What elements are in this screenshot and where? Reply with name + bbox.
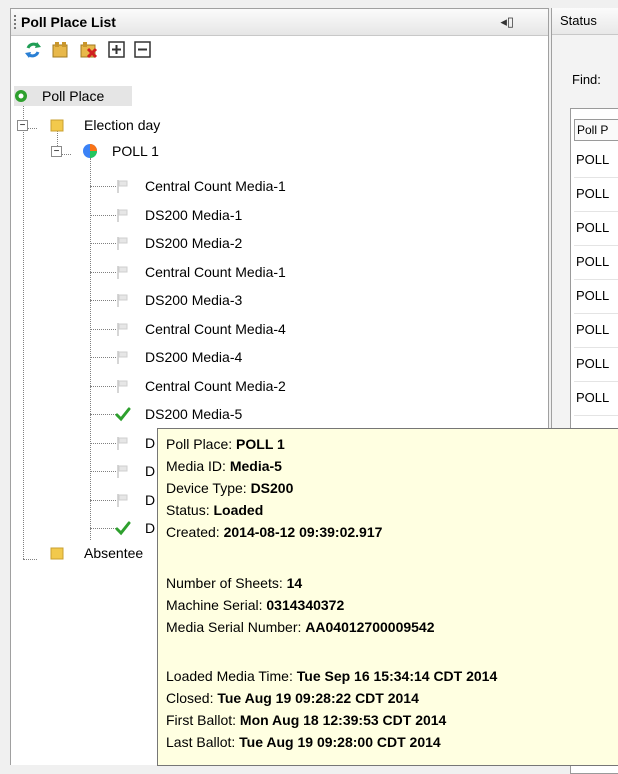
tooltip-created: Created: 2014-08-12 09:39:02.917 — [166, 524, 383, 540]
media-tooltip: Poll Place: POLL 1 Media ID: Media-5 Dev… — [157, 428, 618, 766]
panel-header: Poll Place List ◂▯ — [11, 9, 548, 36]
table-row[interactable]: POLL — [574, 381, 618, 416]
tree-media-label: DS200 Media-2 — [145, 235, 243, 251]
tree-media-label: DS200 Media-4 — [145, 349, 243, 365]
tooltip-poll-place: Poll Place: POLL 1 — [166, 436, 285, 452]
tree-media-label: D — [145, 492, 156, 508]
election-day-toggle[interactable]: − — [17, 120, 28, 131]
flag-icon — [117, 465, 128, 478]
tab-status[interactable]: Status — [552, 8, 618, 35]
panel-title: Poll Place List — [21, 14, 116, 30]
flag-icon — [117, 437, 128, 450]
check-icon — [115, 521, 131, 536]
table-row[interactable]: POLL — [574, 279, 618, 314]
tree-media-label: Central Count Media-2 — [145, 378, 286, 394]
table-row[interactable]: POLL — [574, 347, 618, 382]
toolbar — [11, 36, 548, 66]
tree-root-poll-place[interactable]: Poll Place — [14, 86, 132, 106]
tooltip-closed: Closed: Tue Aug 19 09:28:22 CDT 2014 — [166, 690, 419, 706]
poll-place-root-icon — [15, 90, 27, 102]
flag-icon — [117, 494, 128, 507]
collapse-all-icon[interactable] — [133, 40, 153, 60]
tooltip-device-type: Device Type: DS200 — [166, 480, 294, 496]
flag-icon — [117, 323, 128, 336]
tree-root-label: Poll Place — [42, 88, 105, 104]
table-row[interactable]: POLL — [574, 177, 618, 212]
flag-icon — [117, 294, 128, 307]
table-row[interactable]: POLL — [574, 211, 618, 246]
tree-media-label: Central Count Media-1 — [145, 264, 286, 280]
tooltip-first-ballot: First Ballot: Mon Aug 18 12:39:53 CDT 20… — [166, 712, 447, 728]
flag-icon — [117, 266, 128, 279]
tree-media-label: Central Count Media-1 — [145, 178, 286, 194]
tooltip-media-serial: Media Serial Number: AA04012700009542 — [166, 619, 435, 635]
tooltip-loaded-time: Loaded Media Time: Tue Sep 16 15:34:14 C… — [166, 668, 498, 684]
table-row[interactable]: POLL — [574, 245, 618, 280]
flag-icon — [117, 180, 128, 193]
folder-icon — [50, 119, 64, 132]
tree-media-label: D — [145, 520, 156, 536]
find-label: Find: — [572, 72, 601, 87]
flag-icon — [117, 380, 128, 393]
refresh-icon[interactable] — [23, 40, 43, 60]
tree-media-label: D — [145, 463, 156, 479]
poll-toggle[interactable]: − — [51, 146, 62, 157]
column-header-poll-place[interactable]: Poll P — [574, 119, 618, 141]
tooltip-status: Status: Loaded — [166, 502, 264, 518]
folder-icon — [50, 547, 64, 560]
poll-globe-icon — [83, 144, 97, 158]
flag-icon — [117, 351, 128, 364]
load-media-icon[interactable] — [51, 40, 71, 60]
tree-media-label: DS200 Media-3 — [145, 292, 243, 308]
unload-media-icon[interactable] — [79, 40, 99, 60]
tree-media-label: D — [145, 435, 156, 451]
table-row[interactable]: POLL — [574, 143, 618, 178]
check-icon — [115, 407, 131, 422]
flag-icon — [117, 237, 128, 250]
tooltip-sheets: Number of Sheets: 14 — [166, 575, 303, 591]
flag-icon — [117, 209, 128, 222]
tree-media-label: DS200 Media-1 — [145, 207, 243, 223]
tree-media-label: DS200 Media-5 — [145, 406, 243, 422]
tooltip-last-ballot: Last Ballot: Tue Aug 19 09:28:00 CDT 201… — [166, 734, 441, 750]
drag-grip[interactable] — [14, 15, 18, 29]
tooltip-machine-serial: Machine Serial: 0314340372 — [166, 597, 345, 613]
tooltip-media-id: Media ID: Media-5 — [166, 458, 282, 474]
expand-all-icon[interactable] — [107, 40, 127, 60]
pin-icon[interactable]: ◂▯ — [500, 14, 514, 30]
tree-media-label: Central Count Media-4 — [145, 321, 286, 337]
table-row[interactable]: POLL — [574, 313, 618, 348]
